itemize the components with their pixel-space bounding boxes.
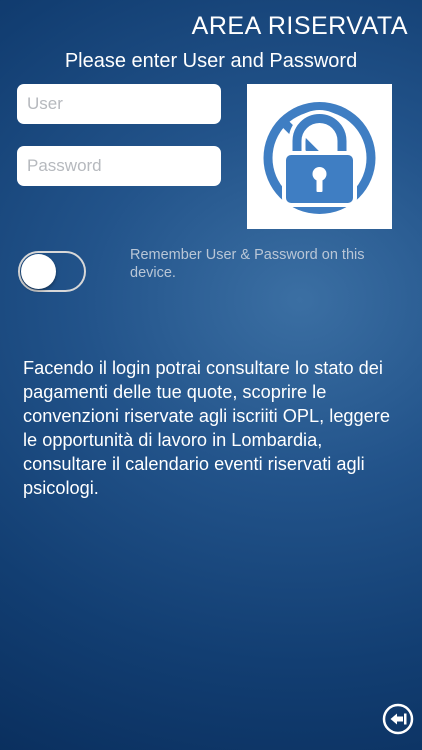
remember-label: Remember User & Password on this device.	[130, 247, 365, 281]
remember-toggle[interactable]	[18, 251, 86, 292]
back-arrow-icon	[382, 703, 414, 735]
info-text: Facendo il login potrai consultare lo st…	[23, 358, 390, 498]
page-title: AREA RISERVATA	[191, 12, 408, 40]
login-instructions: Please enter User and Password	[64, 50, 358, 72]
crossed-lock-icon	[263, 102, 376, 214]
user-input[interactable]	[17, 84, 221, 124]
lock-image	[247, 84, 392, 229]
back-button[interactable]	[382, 703, 414, 735]
password-input[interactable]	[17, 146, 221, 186]
toggle-knob	[21, 254, 56, 289]
